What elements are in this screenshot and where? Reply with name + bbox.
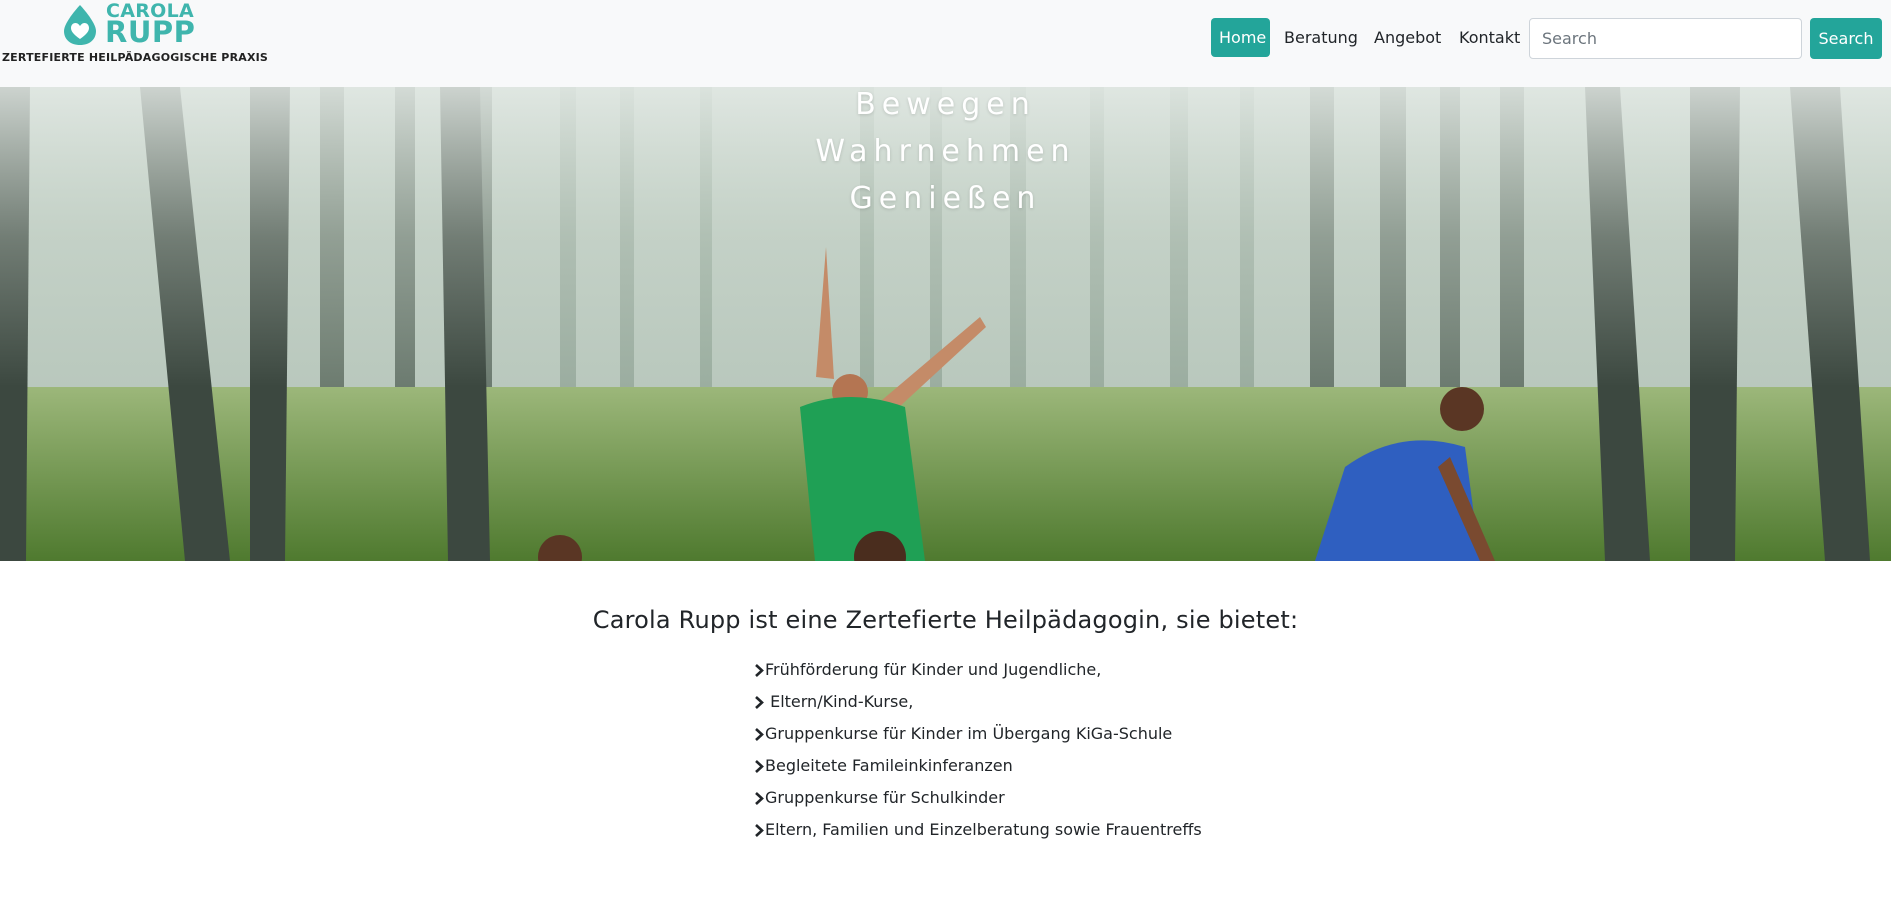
list-item: Frühförderung für Kinder und Jugendliche… xyxy=(755,658,1202,690)
list-item-text: Frühförderung für Kinder und Jugendliche… xyxy=(765,660,1102,679)
nav-angebot[interactable]: Angebot xyxy=(1366,18,1449,57)
list-item: Gruppenkurse für Schulkinder xyxy=(755,786,1202,818)
list-item-text: Eltern/Kind-Kurse, xyxy=(765,692,914,711)
list-item: Gruppenkurse für Kinder im Übergang KiGa… xyxy=(755,722,1202,754)
chevron-right-icon xyxy=(755,792,764,805)
search-button[interactable]: Search xyxy=(1810,18,1882,59)
list-item: Begleitete Famileinkinferanzen xyxy=(755,754,1202,786)
hero-word-wahrnehmen: Wahrnehmen xyxy=(815,134,1076,169)
chevron-right-icon xyxy=(755,824,764,837)
nav-home[interactable]: Home xyxy=(1211,18,1270,57)
hero-banner: Bewegen Wahrnehmen Genießen xyxy=(0,87,1891,561)
chevron-right-icon xyxy=(755,728,764,741)
list-item-text: Gruppenkurse für Schulkinder xyxy=(765,788,1005,807)
list-item-text: Begleitete Famileinkinferanzen xyxy=(765,756,1013,775)
drop-heart-icon xyxy=(64,5,96,45)
list-item: Eltern, Familien und Einzelberatung sowi… xyxy=(755,818,1202,850)
offer-list: Frühförderung für Kinder und Jugendliche… xyxy=(755,658,1202,850)
brand-logo-link[interactable]: CAROLA RUPP ZERTEFIERTE HEILPÄDAGOGISCHE… xyxy=(0,0,268,87)
hero-word-geniessen: Genießen xyxy=(849,181,1042,216)
search-input[interactable] xyxy=(1529,18,1802,59)
chevron-right-icon xyxy=(755,760,764,773)
nav-beratung[interactable]: Beratung xyxy=(1276,18,1366,57)
chevron-right-icon xyxy=(755,664,764,677)
brand-name-last: RUPP xyxy=(105,15,196,49)
hero-word-bewegen: Bewegen xyxy=(855,87,1036,122)
list-item: Eltern/Kind-Kurse, xyxy=(755,690,1202,722)
brand-subtitle: ZERTEFIERTE HEILPÄDAGOGISCHE PRAXIS xyxy=(2,51,269,64)
navbar: CAROLA RUPP ZERTEFIERTE HEILPÄDAGOGISCHE… xyxy=(0,0,1891,87)
list-item-text: Gruppenkurse für Kinder im Übergang KiGa… xyxy=(765,724,1173,743)
list-item-text: Eltern, Familien und Einzelberatung sowi… xyxy=(765,820,1202,839)
chevron-right-icon xyxy=(755,696,764,709)
page-title: Carola Rupp ist eine Zertefierte Heilpäd… xyxy=(592,606,1299,634)
nav-kontakt[interactable]: Kontakt xyxy=(1451,18,1528,57)
